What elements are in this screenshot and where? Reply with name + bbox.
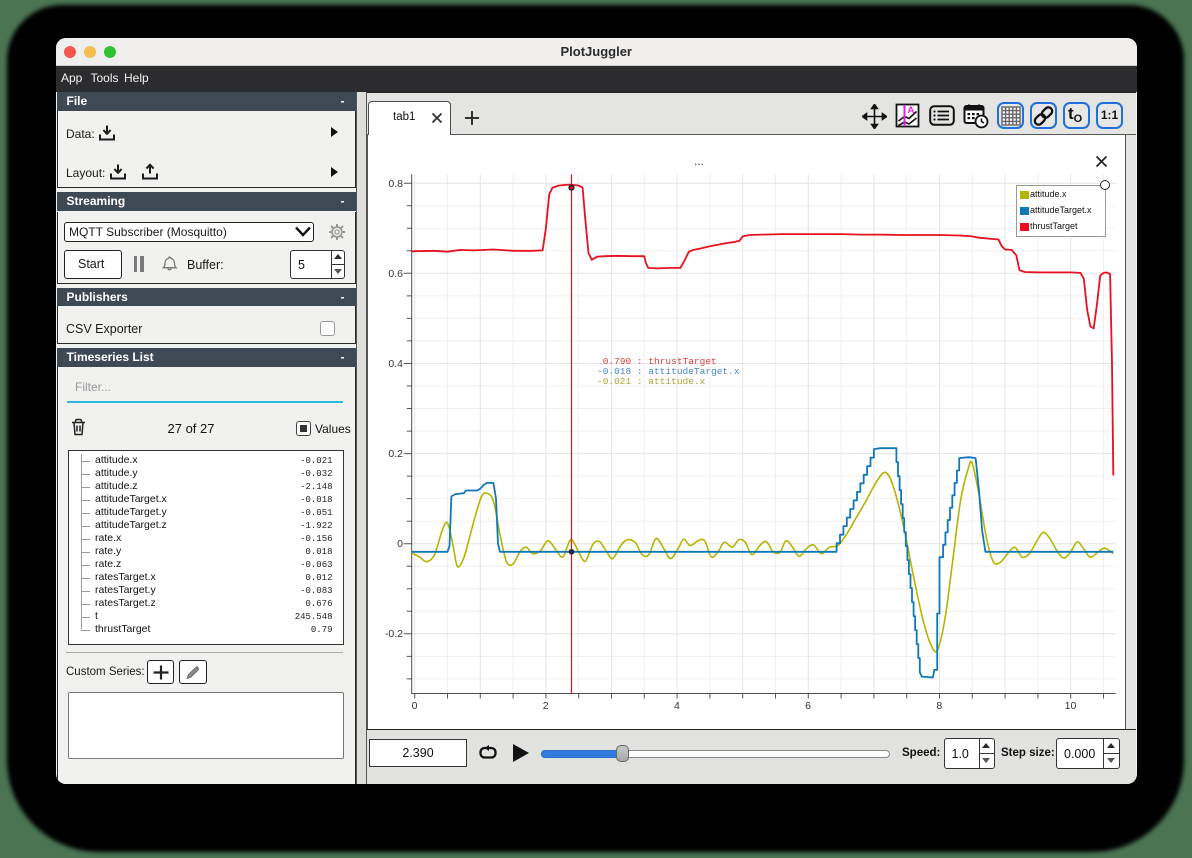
svg-text:A: A [908,105,915,116]
